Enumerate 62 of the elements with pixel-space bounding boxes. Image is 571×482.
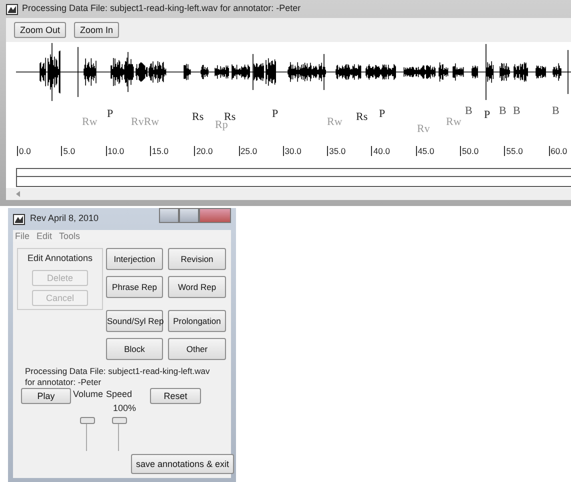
annotation-label: P (484, 110, 490, 121)
tick-label: 15.0 (150, 146, 168, 156)
category-button[interactable]: Other (168, 338, 226, 360)
category-button[interactable]: Prolongation (168, 310, 226, 332)
category-button[interactable]: Sound/Syl Rep (106, 310, 163, 332)
tick-label: 30.0 (282, 146, 302, 156)
play-button[interactable]: Play (21, 388, 71, 404)
tick-label: 60.0 (548, 146, 568, 156)
tick-label: 25.0 (238, 146, 258, 156)
slider-thumb[interactable] (112, 417, 127, 424)
annotation-label: Rs (356, 112, 368, 123)
annotation-label: P (272, 109, 278, 120)
menu-item[interactable]: Tools (59, 230, 80, 242)
annotation-label: Rs (224, 112, 236, 123)
slider-label: Volume (73, 388, 104, 401)
app-icon (13, 214, 25, 224)
tick-label: 10.0 (106, 146, 124, 156)
category-button[interactable]: Revision (168, 248, 226, 270)
annotation-label: Rw (446, 117, 462, 128)
save-button[interactable]: save annotations & exit (131, 454, 234, 474)
category-button[interactable]: Block (106, 338, 163, 360)
tick-label: 55.0 (504, 146, 523, 156)
tick-label: 50.0 (460, 146, 479, 156)
annotation-label: Rw (327, 117, 342, 128)
annotation-label: Rv (417, 124, 430, 135)
window-title: Processing Data File: subject1-read-king-left.wav for annotator: -Peter (22, 2, 301, 16)
close-button[interactable] (199, 208, 231, 223)
minimize-button[interactable] (159, 208, 179, 223)
tick-label: 5.0 (61, 146, 76, 156)
tick-label: 40.0 (371, 146, 390, 156)
tick-label: 35.0 (327, 146, 346, 156)
annotation-label: B (552, 106, 560, 117)
annotation-label: B (465, 106, 472, 117)
category-button[interactable]: Phrase Rep (106, 276, 163, 298)
toolbar-button[interactable]: Zoom In (74, 22, 120, 38)
category-button[interactable]: Interjection (106, 248, 163, 270)
window-title: Rev April 8, 2010 (30, 212, 99, 226)
annotation-label: B (513, 106, 520, 117)
annotation-label: Rw (82, 117, 98, 128)
tick-label: 0.0 (17, 146, 31, 156)
tick-label: 45.0 (416, 146, 434, 156)
annotation-label: RvRw (131, 117, 160, 128)
speed-reading: 100% (113, 402, 136, 414)
menu-item[interactable]: Edit (36, 230, 52, 242)
slider-label: Speed (106, 388, 132, 401)
app-icon (6, 4, 18, 14)
slider-thumb[interactable] (80, 417, 95, 424)
annotation-label: P (379, 109, 386, 120)
annotation-label: Rp (215, 120, 228, 131)
group-title: Edit Annotations (27, 252, 93, 265)
menu-item[interactable]: File (15, 230, 30, 242)
annotation-label: Rs (192, 112, 204, 123)
status-text: Processing Data File: subject1-read-king-left.wav for annotator: -Peter (25, 366, 210, 388)
category-button[interactable]: Word Rep (168, 276, 226, 298)
maximize-button[interactable] (179, 208, 199, 223)
scrollbar[interactable] (6, 188, 571, 200)
annotation-label: P (107, 109, 114, 120)
annotation-label: B (499, 106, 506, 117)
tick-label: 20.0 (194, 146, 213, 156)
toolbar-button[interactable]: Zoom Out (14, 22, 66, 38)
reset-button[interactable]: Reset (150, 388, 202, 404)
scroll-left-icon[interactable] (16, 191, 21, 197)
